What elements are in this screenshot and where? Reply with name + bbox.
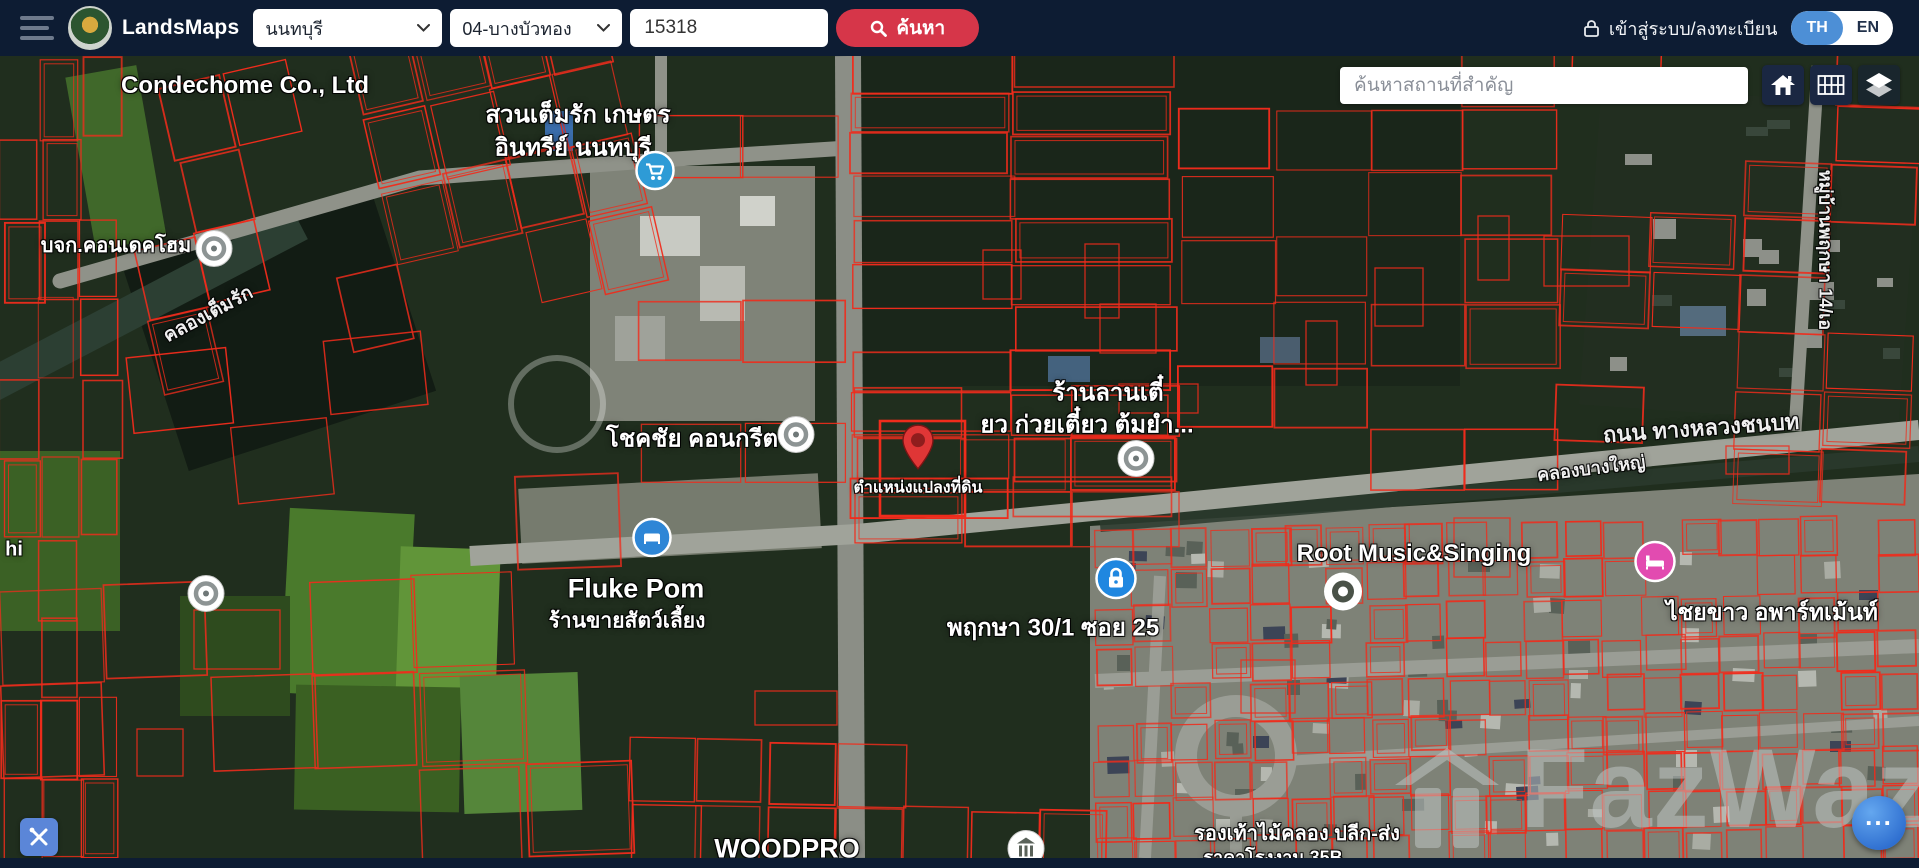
landsmaps-app: LandsMaps นนทบุรี 04-บางบัวทอง ค้นหา <box>0 0 1919 868</box>
tools-icon <box>28 826 50 848</box>
app-title: LandsMaps <box>122 16 239 40</box>
map-marker-poi-supermarket[interactable] <box>635 151 675 196</box>
map-label: ร้านขายสัตว์เลี้ยง <box>549 605 706 638</box>
parcel-table-button[interactable] <box>1810 65 1852 105</box>
map-label: โชคชัย คอนกรีต <box>606 419 778 458</box>
map-label: Root Music&Singing <box>1297 540 1532 568</box>
grid-icon <box>1817 74 1845 96</box>
poi-search-input[interactable] <box>1340 67 1748 104</box>
home-map-button[interactable] <box>1762 65 1804 105</box>
bottom-bar <box>0 858 1919 868</box>
search-icon <box>870 20 887 37</box>
map-label: Condechome Co., Ltd <box>121 72 369 100</box>
login-register-link[interactable]: เข้าสู่ระบบ/ลงทะเบียน <box>1583 14 1778 43</box>
search-button[interactable]: ค้นหา <box>836 9 979 47</box>
search-button-label: ค้นหา <box>896 13 945 43</box>
map-marker-parcel-pin[interactable] <box>900 423 936 476</box>
map-marker-poi-condechome[interactable] <box>195 230 233 273</box>
parcel-number-input[interactable] <box>630 9 828 47</box>
map-marker-poi-left-place[interactable] <box>187 575 225 618</box>
map-marker-poi-concrete[interactable] <box>777 416 815 459</box>
map-marker-poi-pet-shop[interactable] <box>632 518 672 563</box>
app-logo <box>68 6 112 50</box>
map-label: พฤกษา 30/1 ซอย 25 <box>947 608 1159 647</box>
ellipsis-icon: ... <box>1865 811 1893 821</box>
language-toggle: TH EN <box>1791 11 1893 45</box>
map-label: ยว ก่วยเตี๋ยว ต้มยำ... <box>980 405 1193 444</box>
map-label: ตำแหน่งแปลงที่ดิน <box>854 476 983 501</box>
measure-tools-button[interactable] <box>20 818 58 856</box>
province-select-value: นนทบุรี <box>265 14 323 43</box>
district-select[interactable]: 04-บางบัวทอง <box>450 9 622 47</box>
map-label: Fluke Pom <box>568 574 705 605</box>
map-marker-poi-noodle-shop[interactable] <box>1117 440 1155 483</box>
satellite-map-canvas[interactable]: Condechome Co., Ltdสวนเต็มรัก เกษตรอินทร… <box>0 56 1919 858</box>
province-select[interactable]: นนทบุรี <box>253 9 442 47</box>
map-marker-poi-music-school[interactable] <box>1323 572 1363 617</box>
map-label: hi <box>5 539 23 562</box>
map-label: บจก.คอนเดคโฮม <box>41 229 191 261</box>
language-th-button[interactable]: TH <box>1791 11 1842 45</box>
map-marker-poi-secured-place[interactable] <box>1095 558 1137 605</box>
home-icon <box>1770 73 1796 97</box>
map-marker-poi-apartment[interactable] <box>1634 541 1676 588</box>
chevron-down-icon <box>597 24 610 32</box>
map-marker-poi-bottom-place[interactable] <box>1007 830 1045 859</box>
map-label: อินทรีย์ นนทบุรี <box>494 128 651 167</box>
menu-button[interactable] <box>20 16 54 40</box>
login-register-label: เข้าสู่ระบบ/ลงทะเบียน <box>1609 14 1778 43</box>
more-options-button[interactable]: ... <box>1852 796 1906 850</box>
language-en-button[interactable]: EN <box>1843 11 1893 45</box>
close-search-icon[interactable] <box>1724 73 1750 99</box>
top-bar: LandsMaps นนทบุรี 04-บางบัวทอง ค้นหา <box>0 0 1919 56</box>
map-label: ไชยขาว อพาร์ทเม้นท์ <box>1666 595 1878 631</box>
map-label: หมู่บ้านพฤกษา 14/เอ <box>1812 170 1841 330</box>
district-select-value: 04-บางบัวทอง <box>462 14 571 43</box>
layers-button[interactable] <box>1858 65 1900 105</box>
map-label: WOODPRO <box>714 834 860 859</box>
map-label: ราคาโรงงาน 35B <box>1203 843 1342 859</box>
layers-icon <box>1864 71 1894 99</box>
lock-icon <box>1583 19 1600 38</box>
chevron-down-icon <box>417 24 430 32</box>
